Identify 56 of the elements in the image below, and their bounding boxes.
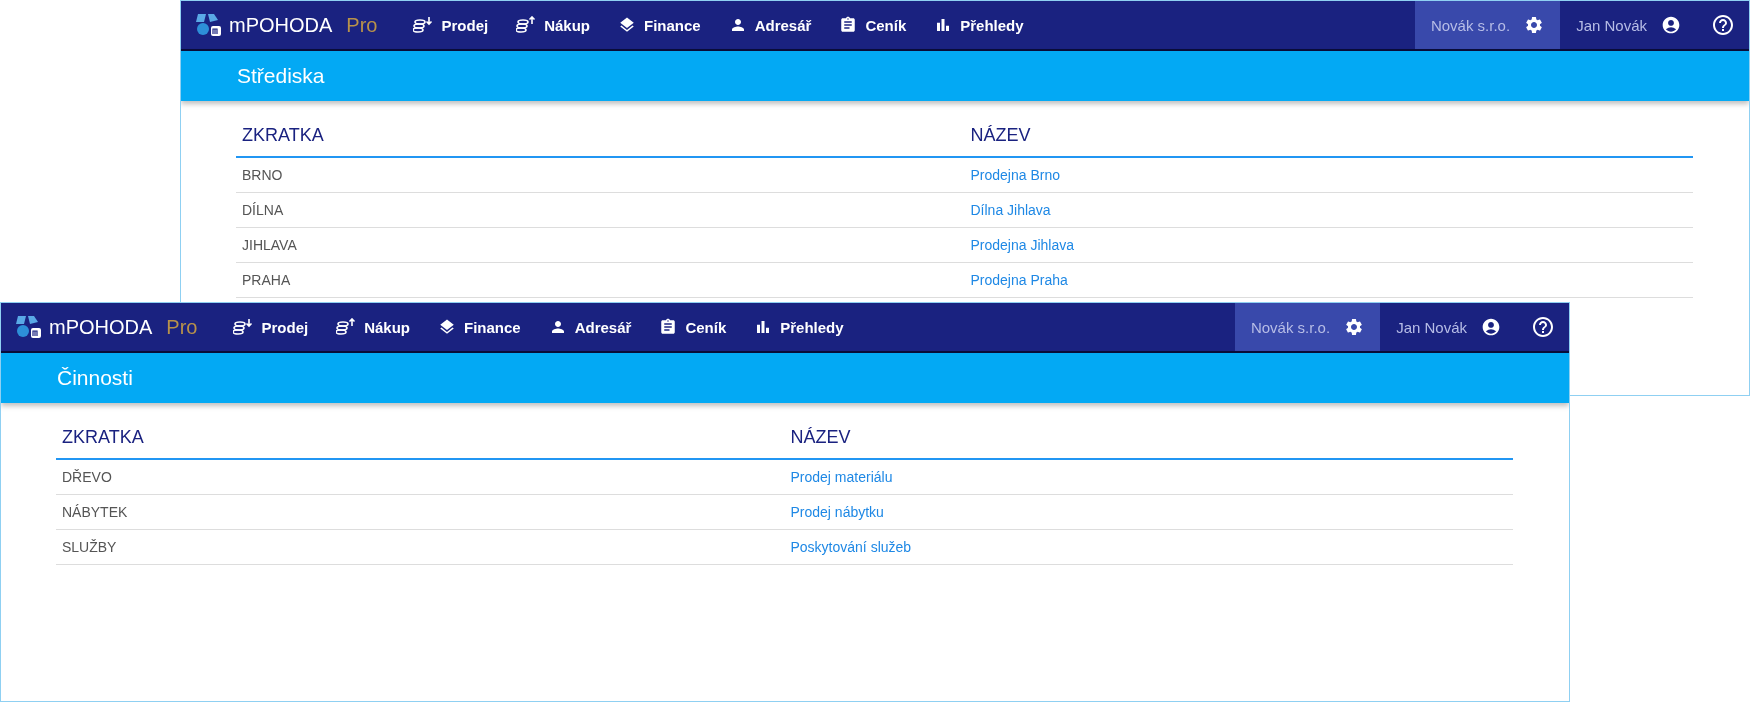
user-button[interactable]: Jan Novák — [1380, 303, 1517, 351]
table-cell: JIHLAVA — [236, 227, 965, 263]
name-link[interactable]: Prodejna Praha — [970, 272, 1068, 288]
table-cell: BRNO — [236, 157, 965, 193]
logo-icon — [195, 12, 221, 38]
help-icon — [1711, 13, 1735, 37]
menu-item[interactable]: Ceník — [825, 1, 921, 49]
name-link[interactable]: Dílna Jihlava — [970, 202, 1051, 218]
app-logo-text: mPOHODA — [229, 13, 333, 37]
company-button[interactable]: Novák s.r.o. — [1414, 1, 1561, 49]
name-link[interactable]: Poskytování služeb — [790, 539, 912, 555]
stack-icon — [618, 16, 636, 34]
logo-icon — [15, 314, 41, 340]
clipboard-icon — [659, 318, 678, 336]
name-link[interactable]: Prodejna Jihlava — [970, 237, 1074, 253]
table-cell: PRAHA — [236, 262, 965, 298]
menu-item[interactable]: Přehledy — [740, 303, 858, 351]
column-header: NÁZEV — [964, 115, 1693, 157]
help-icon — [1531, 315, 1555, 339]
menu-item[interactable]: Prodej — [399, 1, 503, 49]
menu-item[interactable]: Finance — [604, 1, 715, 49]
menu-item[interactable]: Adresář — [714, 1, 826, 49]
menu-item[interactable]: Ceník — [645, 303, 741, 351]
app-edition-text: Pro — [166, 315, 198, 339]
coins-up-icon — [336, 318, 357, 336]
column-header: ZKRATKA — [236, 115, 965, 157]
name-link[interactable]: Prodej materiálu — [790, 469, 893, 485]
account-icon — [1481, 317, 1501, 337]
settings-icon — [1344, 317, 1365, 337]
menu-item[interactable]: Finance — [424, 303, 535, 351]
menu-item[interactable]: Nákup — [502, 1, 604, 49]
column-header: ZKRATKA — [56, 417, 785, 459]
app-logo-text: mPOHODA — [49, 315, 153, 339]
table-cell: SLUŽBY — [56, 529, 785, 565]
name-link[interactable]: Prodej nábytku — [790, 504, 884, 520]
table-cell: DŘEVO — [56, 459, 785, 495]
page-title: Činnosti — [57, 366, 133, 390]
column-header: NÁZEV — [784, 417, 1513, 459]
menu-item[interactable]: Adresář — [534, 303, 646, 351]
user-button[interactable]: Jan Novák — [1560, 1, 1697, 49]
table-cell: DÍLNA — [236, 192, 965, 228]
name-link[interactable]: Prodejna Brno — [970, 167, 1060, 183]
coins-down-icon — [233, 318, 254, 336]
page-title: Střediska — [237, 64, 325, 88]
menu-item[interactable]: Nákup — [322, 303, 424, 351]
settings-icon — [1524, 15, 1545, 35]
clipboard-icon — [839, 16, 858, 34]
menu-item[interactable]: Přehledy — [920, 1, 1038, 49]
menu-item[interactable]: Prodej — [219, 303, 323, 351]
coins-up-icon — [516, 16, 537, 34]
account-icon — [1661, 15, 1681, 35]
company-button[interactable]: Novák s.r.o. — [1234, 303, 1381, 351]
table-cell: NÁBYTEK — [56, 494, 785, 530]
stack-icon — [438, 318, 456, 336]
coins-down-icon — [413, 16, 434, 34]
app-edition-text: Pro — [346, 13, 378, 37]
